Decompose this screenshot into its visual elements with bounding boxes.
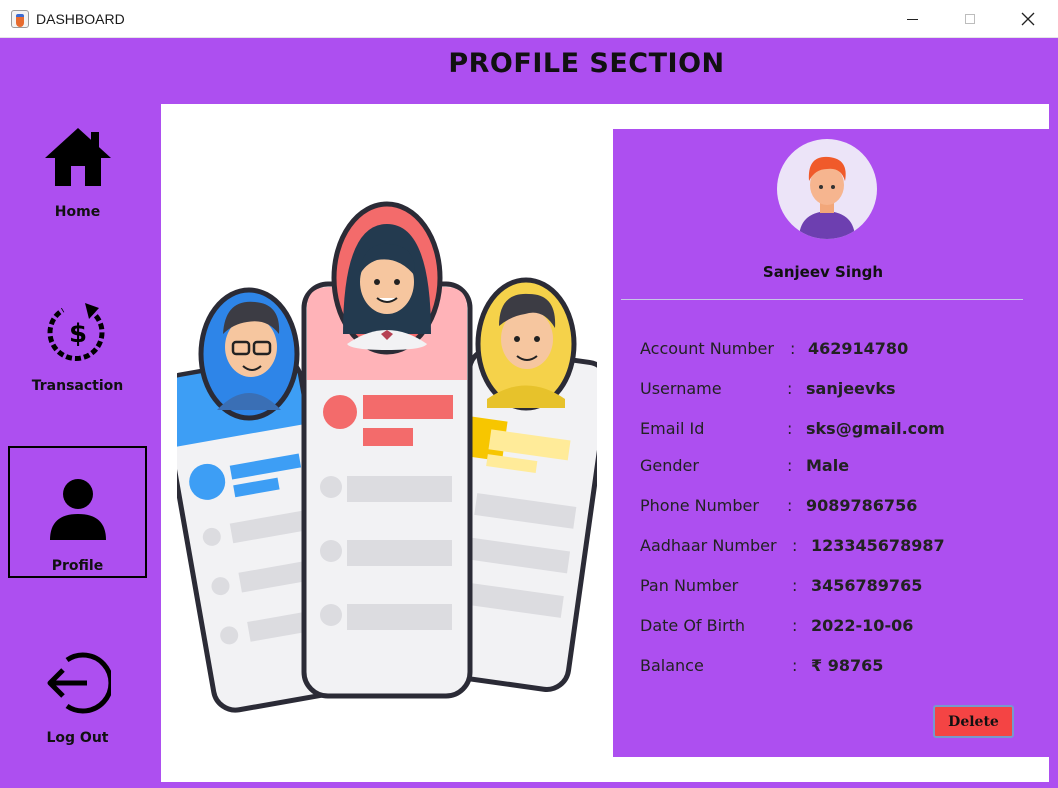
avatar-icon: [799, 156, 855, 239]
field-colon: :: [787, 419, 793, 438]
field-row-account-number: Account Number : 462914780: [640, 339, 1040, 363]
main-panel: Sanjeev Singh Account Number : 462914780…: [161, 104, 1049, 782]
delete-button[interactable]: Delete: [933, 705, 1014, 738]
field-colon: :: [787, 379, 793, 398]
user-avatar: [777, 139, 877, 239]
profiles-illustration: [177, 201, 597, 713]
sidebar-item-profile[interactable]: Profile: [8, 446, 147, 578]
sidebar-item-label: Log Out: [46, 730, 109, 746]
sidebar-item-logout[interactable]: Log Out: [8, 650, 147, 760]
field-label: Phone Number: [640, 496, 759, 515]
field-label: Balance: [640, 656, 704, 675]
field-row-dob: Date Of Birth : 2022-10-06: [640, 616, 1040, 640]
field-row-phone: Phone Number : 9089786756: [640, 496, 1040, 520]
field-row-aadhaar: Aadhaar Number : 123345678987: [640, 536, 1040, 560]
field-colon: :: [790, 339, 796, 358]
window-title: DASHBOARD: [36, 11, 125, 27]
logout-icon: [47, 652, 111, 714]
sidebar-item-label: Profile: [51, 558, 104, 574]
field-value: 462914780: [808, 339, 909, 358]
field-colon: :: [787, 496, 793, 515]
home-icon: [44, 128, 111, 186]
field-value: sks@gmail.com: [806, 419, 945, 438]
sidebar-item-transaction[interactable]: $ Transaction: [8, 300, 147, 410]
field-value: Male: [806, 456, 850, 475]
maximize-button[interactable]: [947, 0, 993, 38]
user-icon: [49, 479, 106, 540]
minimize-button[interactable]: [889, 0, 935, 38]
field-row-email: Email Id : sks@gmail.com: [640, 419, 1040, 443]
profile-card: Sanjeev Singh Account Number : 462914780…: [613, 129, 1049, 757]
field-value: 123345678987: [811, 536, 945, 555]
title-bar: DASHBOARD: [0, 0, 1058, 38]
field-colon: :: [787, 456, 793, 475]
field-colon: :: [792, 536, 798, 555]
field-label: Email Id: [640, 419, 705, 438]
page-title: PROFILE SECTION: [448, 48, 725, 79]
svg-text:$: $: [68, 319, 86, 349]
sidebar-item-home[interactable]: Home: [8, 126, 147, 236]
divider: [621, 299, 1023, 300]
field-colon: :: [792, 616, 798, 635]
maximize-icon: [965, 14, 975, 24]
field-label: Pan Number: [640, 576, 739, 595]
sidebar-item-label: Home: [54, 204, 101, 220]
field-colon: :: [792, 656, 798, 675]
field-colon: :: [792, 576, 798, 595]
field-value: 9089786756: [806, 496, 918, 515]
field-row-username: Username : sanjeevks: [640, 379, 1040, 403]
close-button[interactable]: [1005, 0, 1051, 38]
field-label: Gender: [640, 456, 699, 475]
field-value: 2022-10-06: [811, 616, 914, 635]
field-label: Date Of Birth: [640, 616, 746, 635]
field-row-pan: Pan Number : 3456789765: [640, 576, 1040, 600]
field-row-gender: Gender : Male: [640, 456, 1040, 480]
user-name: Sanjeev Singh: [762, 263, 884, 281]
app-frame: PROFILE SECTION Home $ Transaction Profi…: [0, 38, 1058, 788]
field-label: Account Number: [640, 339, 774, 358]
field-row-balance: Balance : ₹ 98765: [640, 656, 1040, 680]
field-label: Aadhaar Number: [640, 536, 777, 555]
dollar-cycle-icon: $: [47, 303, 104, 361]
field-value: ₹ 98765: [811, 656, 884, 675]
sidebar-item-label: Transaction: [31, 378, 124, 394]
field-value: sanjeevks: [806, 379, 896, 398]
java-app-icon: [11, 10, 29, 28]
field-value: 3456789765: [811, 576, 923, 595]
close-icon: [1021, 12, 1035, 26]
field-label: Username: [640, 379, 722, 398]
minimize-icon: [906, 18, 918, 20]
